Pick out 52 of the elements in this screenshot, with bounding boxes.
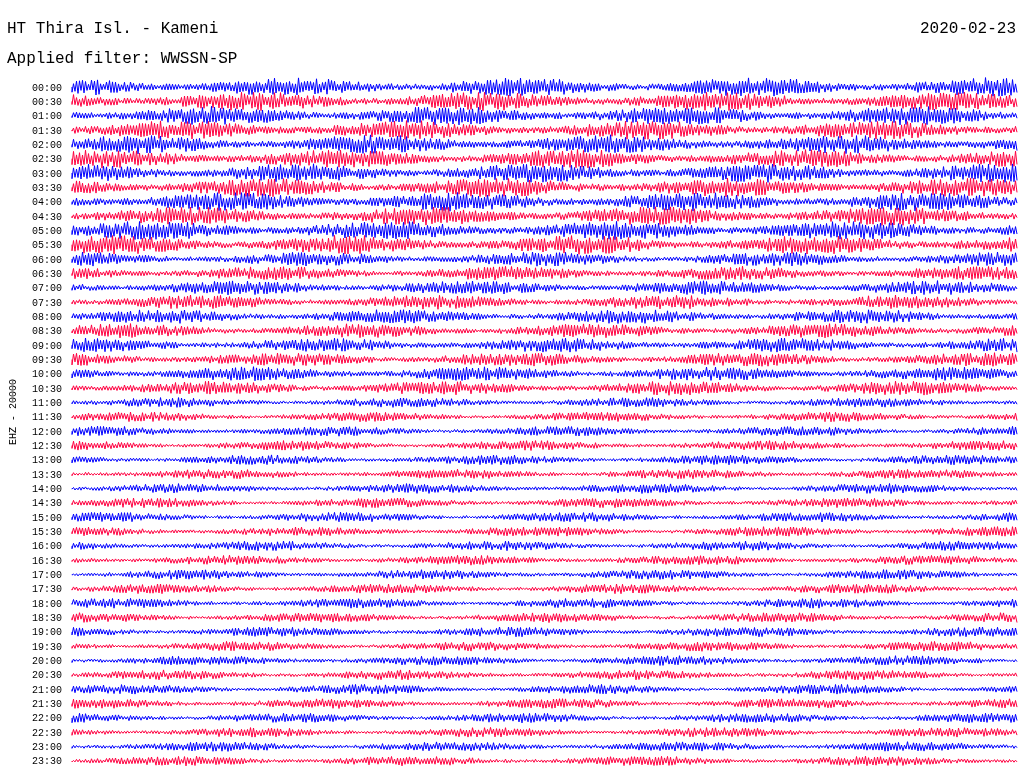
time-label: 12:30 — [32, 441, 62, 452]
time-label: 03:30 — [32, 182, 62, 194]
time-label: 21:30 — [32, 699, 62, 711]
time-label: 00:30 — [32, 96, 62, 108]
time-label: 10:30 — [32, 383, 62, 395]
time-label: 23:00 — [32, 742, 62, 754]
time-label: 08:30 — [32, 326, 62, 338]
time-label: 20:30 — [32, 670, 62, 682]
time-label: 15:00 — [32, 512, 62, 524]
time-label: 19:30 — [32, 641, 62, 653]
axis-label: EHZ - 20000 — [8, 379, 19, 445]
time-label: 07:00 — [32, 283, 62, 295]
time-label: 11:30 — [32, 412, 62, 424]
time-label: 07:30 — [32, 297, 62, 309]
time-label: 03:00 — [32, 168, 62, 180]
time-label: 22:30 — [32, 727, 62, 739]
time-label: 21:00 — [32, 684, 62, 696]
time-label: 14:30 — [32, 498, 62, 510]
time-label: 08:00 — [32, 311, 62, 323]
time-label: 02:00 — [32, 139, 62, 151]
time-label: 09:00 — [32, 340, 62, 352]
time-label: 06:00 — [32, 254, 62, 266]
time-label: 22:00 — [32, 713, 62, 725]
time-label: 01:30 — [32, 125, 62, 137]
time-label: 04:30 — [32, 211, 62, 223]
filter-label: Applied filter: WWSSN-SP — [7, 50, 238, 68]
time-label: 09:30 — [32, 354, 62, 366]
time-label: 02:30 — [32, 154, 62, 166]
time-label: 15:30 — [32, 527, 62, 539]
time-label: 16:30 — [32, 555, 62, 567]
time-label: 05:00 — [32, 225, 62, 237]
time-label: 19:00 — [32, 627, 62, 639]
time-label: 13:30 — [32, 469, 62, 481]
time-label: 04:00 — [32, 197, 62, 209]
time-label: 11:00 — [32, 398, 62, 409]
time-label: 23:30 — [32, 756, 62, 768]
time-label: 18:00 — [32, 598, 62, 610]
time-label: 12:00 — [32, 426, 62, 438]
time-label: 10:00 — [32, 369, 62, 381]
time-label: 05:30 — [32, 240, 62, 252]
time-label: 01:00 — [32, 111, 62, 123]
station-title: HT Thira Isl. - Kameni — [7, 20, 219, 40]
time-label: 17:00 — [32, 570, 62, 582]
date-label: 2020-02-23 — [920, 20, 1016, 40]
time-label: 00:00 — [32, 82, 62, 94]
time-label: 14:00 — [32, 484, 62, 495]
time-label: 06:30 — [32, 268, 62, 280]
time-label: 18:30 — [32, 613, 62, 625]
time-label: 17:30 — [32, 584, 62, 596]
time-label: 13:00 — [32, 455, 62, 467]
time-label: 20:00 — [32, 656, 62, 668]
time-label: 16:00 — [32, 541, 62, 553]
